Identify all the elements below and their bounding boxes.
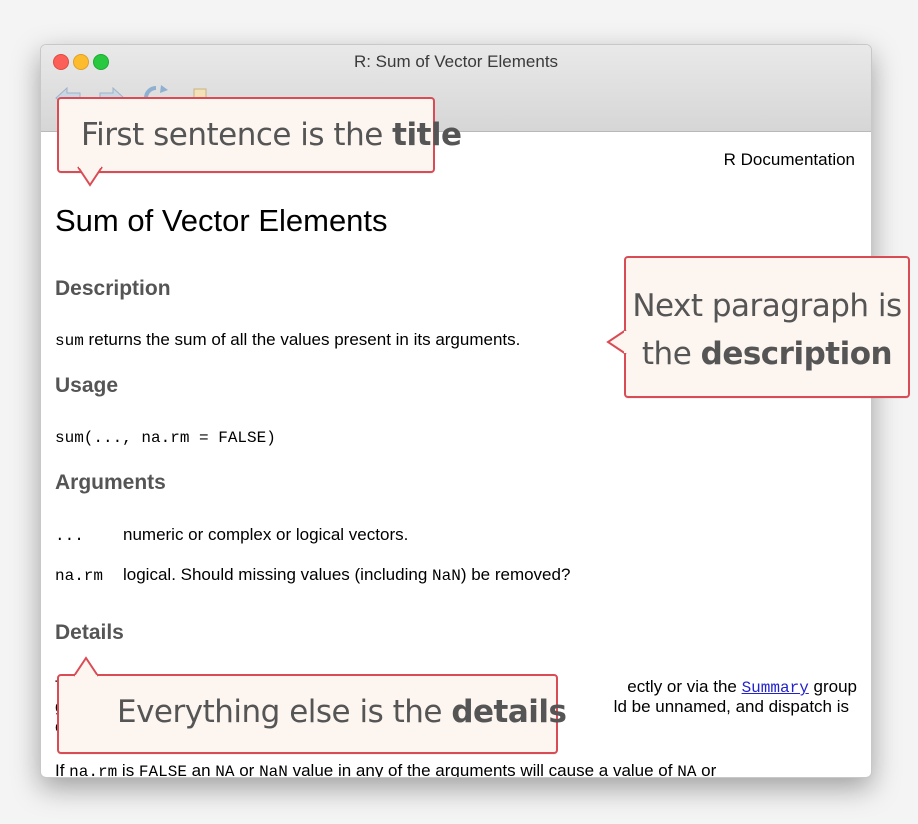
argument-row: ... numeric or complex or logical vectors… (55, 525, 408, 545)
callout-text: Everything else is the (117, 694, 452, 730)
usage-heading: Usage (55, 374, 119, 397)
usage-code: sum(..., na.rm = FALSE) (55, 429, 276, 447)
details-fragment: If (55, 761, 70, 778)
details-fragment: value in any of the arguments will cause… (287, 761, 678, 778)
details-fragment: an (186, 761, 216, 778)
details-callout-pointer (73, 656, 99, 680)
callout-text: First sentence is the (81, 117, 393, 153)
details-code: NA (677, 763, 697, 778)
details-code: na.rm (69, 763, 118, 778)
window-title: R: Sum of Vector Elements (353, 52, 559, 71)
details-code: NaN (259, 763, 288, 778)
argument-desc-end: ) be removed? (460, 565, 571, 584)
details-fragment: ectly or via the (627, 677, 742, 696)
details-heading: Details (55, 621, 124, 644)
title-callout-pointer (77, 164, 103, 187)
description-body: returns the sum of all the values presen… (83, 330, 521, 349)
details-fragment: ld be unnamed, and dispatch is (613, 697, 849, 716)
argument-desc: logical. Should missing values (includin… (123, 565, 432, 584)
description-text: sum returns the sum of all the values pr… (55, 330, 520, 350)
doc-source-label: R Documentation (723, 150, 855, 169)
details-callout: Everything else is the details (57, 674, 567, 754)
details-code: FALSE (138, 763, 187, 778)
summary-link[interactable]: Summary (742, 679, 809, 697)
details-fragment: is (117, 761, 139, 778)
doc-title: Sum of Vector Elements (55, 203, 388, 238)
argument-row: na.rm logical. Should missing values (inc… (55, 565, 570, 585)
details-fragment: group (808, 677, 857, 696)
callout-text: Next paragraph is (632, 288, 902, 324)
details-fragment: or (234, 761, 260, 778)
title-callout: First sentence is the title (57, 97, 462, 173)
callout-bold: title (392, 117, 462, 153)
argument-name: ... (55, 527, 84, 545)
details-line: If na.rm is FALSE an NA or NaN value in … (55, 761, 717, 778)
details-code: NA (215, 763, 235, 778)
details-line: ld be unnamed, and dispatch is (614, 697, 849, 717)
description-callout: Next paragraph is the description (624, 256, 910, 398)
argument-desc: numeric or complex or logical vectors. (123, 525, 409, 544)
description-heading: Description (55, 277, 171, 300)
code-sum: sum (55, 332, 84, 350)
argument-name: na.rm (55, 567, 104, 585)
details-fragment: or (696, 761, 717, 778)
description-callout-pointer (606, 329, 630, 355)
arguments-heading: Arguments (55, 471, 166, 494)
callout-bold: description (700, 336, 893, 372)
callout-text: the (641, 336, 701, 372)
details-line: ectly or via the Summary group (627, 677, 857, 697)
callout-bold: details (451, 694, 567, 730)
argument-code: NaN (432, 567, 461, 585)
